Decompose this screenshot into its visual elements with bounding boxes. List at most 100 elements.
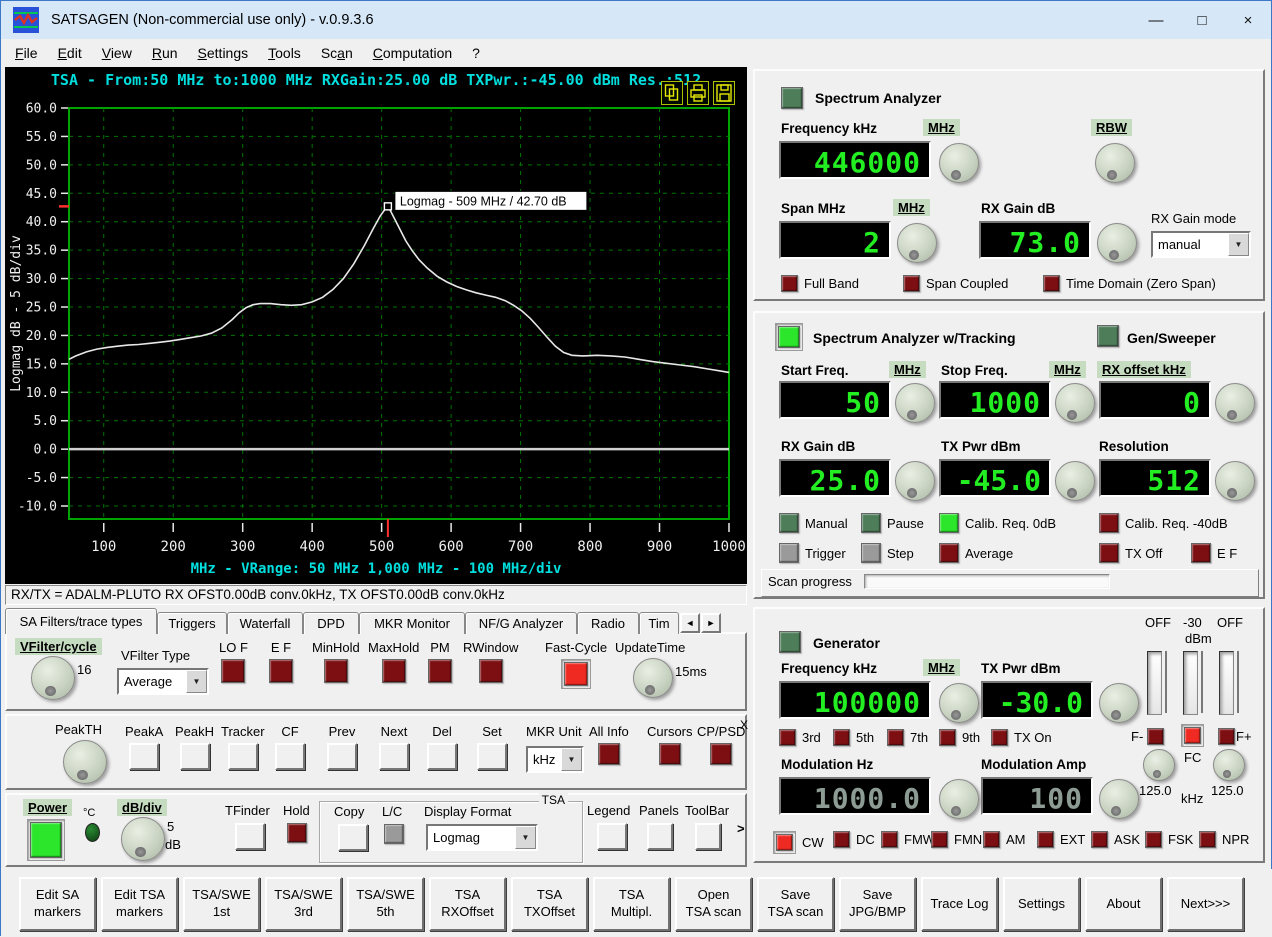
minimize-button[interactable]: — [1133, 2, 1179, 38]
fast-cycle-item: Fast-Cycle [545, 640, 607, 689]
save-tsa-scan-button[interactable]: Save TSA scan [757, 877, 834, 931]
panel-expand-button[interactable]: > [737, 821, 745, 836]
tfinder-label: TFinder [225, 803, 270, 818]
chevron-down-icon[interactable]: ▼ [515, 826, 536, 849]
npr-checkbox[interactable] [1199, 831, 1216, 848]
hold-checkbox[interactable] [287, 823, 307, 843]
close-button[interactable]: × [1225, 2, 1271, 38]
tab-scroll-left-icon[interactable]: ◄ [680, 613, 700, 633]
panel-close-button[interactable]: X [740, 718, 748, 732]
marker-checkbox-group: All Info Cursors CP/PSD [7, 716, 745, 788]
lo-f-item: LO F [219, 640, 248, 683]
menu-edit[interactable]: Edit [48, 42, 92, 64]
spectrum-plot[interactable]: 60.0 55.0 50.0 45.0 40.0 35.0 30.0 25.0 20.0 15.0… [5, 67, 747, 584]
am-checkbox[interactable] [983, 831, 1000, 848]
title-bar: SATSAGEN (Non-commercial use only) - v.0… [1, 1, 1271, 39]
about-button[interactable]: About [1085, 877, 1162, 931]
tab-triggers[interactable]: Triggers [157, 612, 227, 634]
next-button[interactable]: Next>>> [1167, 877, 1244, 931]
time-domain-zero-span-checkbox[interactable] [1043, 275, 1060, 292]
save-jpg-bmp-button[interactable]: Save JPG/BMP [839, 877, 916, 931]
cp-psd-checkbox[interactable] [710, 743, 733, 765]
all-info-checkbox[interactable] [597, 743, 620, 765]
temperature-label: °C [83, 807, 96, 819]
maxhold-checkbox[interactable] [381, 659, 406, 683]
cw-item: CW [773, 831, 824, 854]
cursors-label: Cursors [647, 724, 693, 739]
tsa-checkbox-row2: Trigger Step Average TX Off E F [755, 313, 1263, 597]
pm-checkbox[interactable] [428, 659, 452, 683]
tab-control: SA Filters/trace types Triggers Waterfall D… [5, 608, 747, 711]
tsa-txoffset-button[interactable]: TSA TXOffset [511, 877, 588, 931]
ask-label: ASK [1114, 832, 1141, 847]
menu-tools[interactable]: Tools [258, 42, 311, 64]
ext-checkbox[interactable] [1037, 831, 1054, 848]
e-f-checkbox[interactable] [269, 659, 293, 683]
update-time-knob[interactable] [633, 658, 673, 698]
span-coupled-checkbox[interactable] [903, 275, 920, 292]
trace-log-button[interactable]: Trace Log [921, 877, 998, 931]
menu-view[interactable]: View [92, 42, 142, 64]
trigger-checkbox[interactable] [779, 543, 799, 563]
minhold-checkbox[interactable] [323, 659, 348, 683]
step-checkbox[interactable] [861, 543, 881, 563]
settings-button[interactable]: Settings [1003, 877, 1080, 931]
menu-run[interactable]: Run [142, 42, 188, 64]
full-band-checkbox[interactable] [781, 275, 798, 292]
tracking-analyzer-section: Spectrum Analyzer w/Tracking Gen/Sweeper… [753, 311, 1265, 599]
open-tsa-scan-button[interactable]: Open TSA scan [675, 877, 752, 931]
cp-psd-label: CP/PSD [697, 724, 746, 739]
maximize-button[interactable]: □ [1179, 2, 1225, 38]
tab-dpd[interactable]: DPD [303, 612, 359, 634]
lo-f-checkbox[interactable] [221, 659, 246, 683]
cursors-checkbox[interactable] [658, 743, 681, 765]
ask-checkbox[interactable] [1091, 831, 1108, 848]
svg-text:40.0: 40.0 [26, 215, 57, 230]
tab-scroll-right-icon[interactable]: ► [701, 613, 721, 633]
e-f-checkbox[interactable] [1191, 543, 1211, 563]
tab-nf-g-analyzer[interactable]: NF/G Analyzer [465, 612, 577, 634]
fmw-checkbox[interactable] [881, 831, 898, 848]
tab-sa-filters-trace-types[interactable]: SA Filters/trace types [5, 608, 157, 634]
cw-checkbox[interactable] [776, 834, 793, 851]
tsa-multipl-button[interactable]: TSA Multipl. [593, 877, 670, 931]
fast-cycle-checkbox[interactable] [564, 662, 589, 686]
db-div-knob[interactable] [121, 817, 165, 861]
toolbar-label: ToolBar [685, 803, 730, 818]
power-toggle[interactable] [30, 822, 62, 858]
menu-settings[interactable]: Settings [188, 42, 259, 64]
menu-file[interactable]: File [5, 42, 48, 64]
dc-checkbox[interactable] [833, 831, 850, 848]
panels-button[interactable] [647, 823, 673, 850]
lc-checkbox[interactable] [384, 824, 404, 844]
tsa-rxoffset-button[interactable]: TSA RXOffset [429, 877, 506, 931]
toolbar-button[interactable] [695, 823, 721, 850]
rwindow-checkbox[interactable] [478, 659, 503, 683]
tsa-swe-1st-button[interactable]: TSA/SWE 1st [183, 877, 260, 931]
average-checkbox[interactable] [939, 543, 959, 563]
time-domain-zero-span-item: Time Domain (Zero Span) [1043, 275, 1216, 292]
tab-waterfall[interactable]: Waterfall [227, 612, 303, 634]
tfinder-button[interactable] [235, 823, 265, 850]
panels-label: Panels [639, 803, 679, 818]
edit-sa-markers-button[interactable]: Edit SA markers [19, 877, 96, 931]
tsa-swe-3rd-button[interactable]: TSA/SWE 3rd [265, 877, 342, 931]
device-status-bar: RX/TX = ADALM-PLUTO RX OFST0.00dB conv.0… [5, 585, 747, 605]
tab-radio[interactable]: Radio [577, 612, 639, 634]
menu-[interactable]: ? [462, 42, 490, 64]
display-format-select[interactable]: Logmag ▼ [426, 824, 538, 851]
tx-off-checkbox[interactable] [1099, 543, 1119, 563]
fsk-checkbox[interactable] [1145, 831, 1162, 848]
fmn-checkbox[interactable] [931, 831, 948, 848]
edit-tsa-markers-button[interactable]: Edit TSA markers [101, 877, 178, 931]
tsa-swe-5th-button[interactable]: TSA/SWE 5th [347, 877, 424, 931]
menu-computation[interactable]: Computation [363, 42, 462, 64]
display-format-label: Display Format [424, 804, 512, 819]
tab-tim[interactable]: Tim [639, 612, 679, 634]
fmw-item: FMW [881, 831, 935, 848]
legend-button[interactable] [597, 823, 627, 850]
copy-button[interactable] [338, 824, 368, 851]
menu-scan[interactable]: Scan [311, 42, 363, 64]
am-label: AM [1006, 832, 1026, 847]
tab-mkr-monitor[interactable]: MKR Monitor [359, 612, 465, 634]
